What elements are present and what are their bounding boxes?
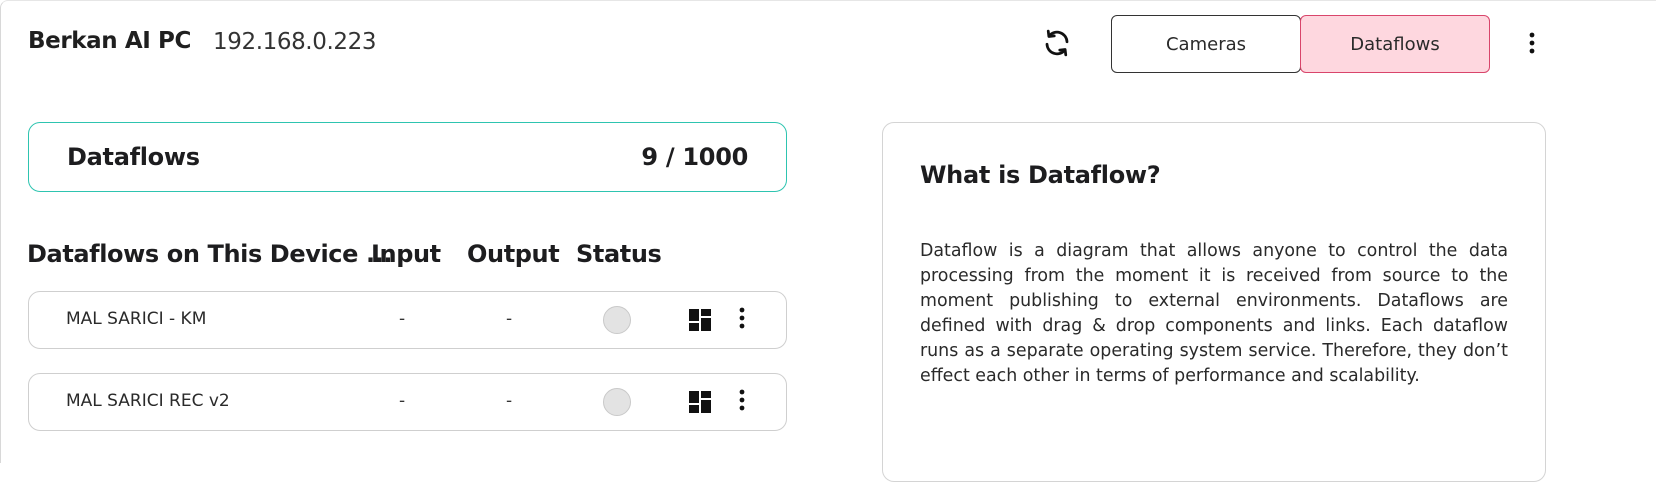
summary-count: 9 / 1000 [641, 143, 748, 171]
tab-dataflows[interactable]: Dataflows [1300, 15, 1490, 73]
more-menu-button[interactable] [1521, 30, 1543, 60]
dashboard-icon[interactable] [689, 309, 711, 331]
dataflows-summary-card: Dataflows 9 / 1000 [28, 122, 787, 192]
dataflow-info-card: What is Dataflow? Dataflow is a diagram … [882, 122, 1546, 482]
column-header-input: Input [371, 240, 441, 268]
info-title: What is Dataflow? [920, 161, 1161, 189]
dataflow-input: - [399, 309, 406, 329]
dataflow-row[interactable]: MAL SARICI - KM - - [28, 291, 787, 349]
row-more-button[interactable] [731, 388, 753, 416]
summary-title: Dataflows [67, 143, 200, 171]
tab-cameras-label: Cameras [1165, 33, 1246, 55]
dataflow-row[interactable]: MAL SARICI REC v2 - - [28, 373, 787, 431]
refresh-icon [1042, 28, 1072, 62]
tab-cameras[interactable]: Cameras [1111, 15, 1301, 73]
device-ip: 192.168.0.223 [213, 29, 377, 55]
device-name: Berkan AI PC [28, 28, 191, 54]
dataflow-input: - [399, 391, 406, 411]
more-vertical-icon [739, 307, 745, 333]
more-vertical-icon [739, 389, 745, 415]
dataflow-output: - [506, 391, 513, 411]
column-header-output: Output [467, 240, 560, 268]
refresh-button[interactable] [1040, 28, 1074, 62]
more-vertical-icon [1529, 32, 1535, 58]
tab-dataflows-label: Dataflows [1350, 33, 1440, 55]
row-more-button[interactable] [731, 306, 753, 334]
dataflow-name: MAL SARICI - KM [66, 309, 207, 329]
dataflow-output: - [506, 309, 513, 329]
status-indicator [603, 388, 631, 416]
column-header-name: Dataflows on This Device ... [27, 240, 393, 268]
dataflow-name: MAL SARICI REC v2 [66, 391, 230, 411]
column-header-status: Status [576, 240, 662, 268]
info-body: Dataflow is a diagram that allows anyone… [920, 241, 1508, 386]
dashboard-icon[interactable] [689, 391, 711, 413]
status-indicator [603, 306, 631, 334]
